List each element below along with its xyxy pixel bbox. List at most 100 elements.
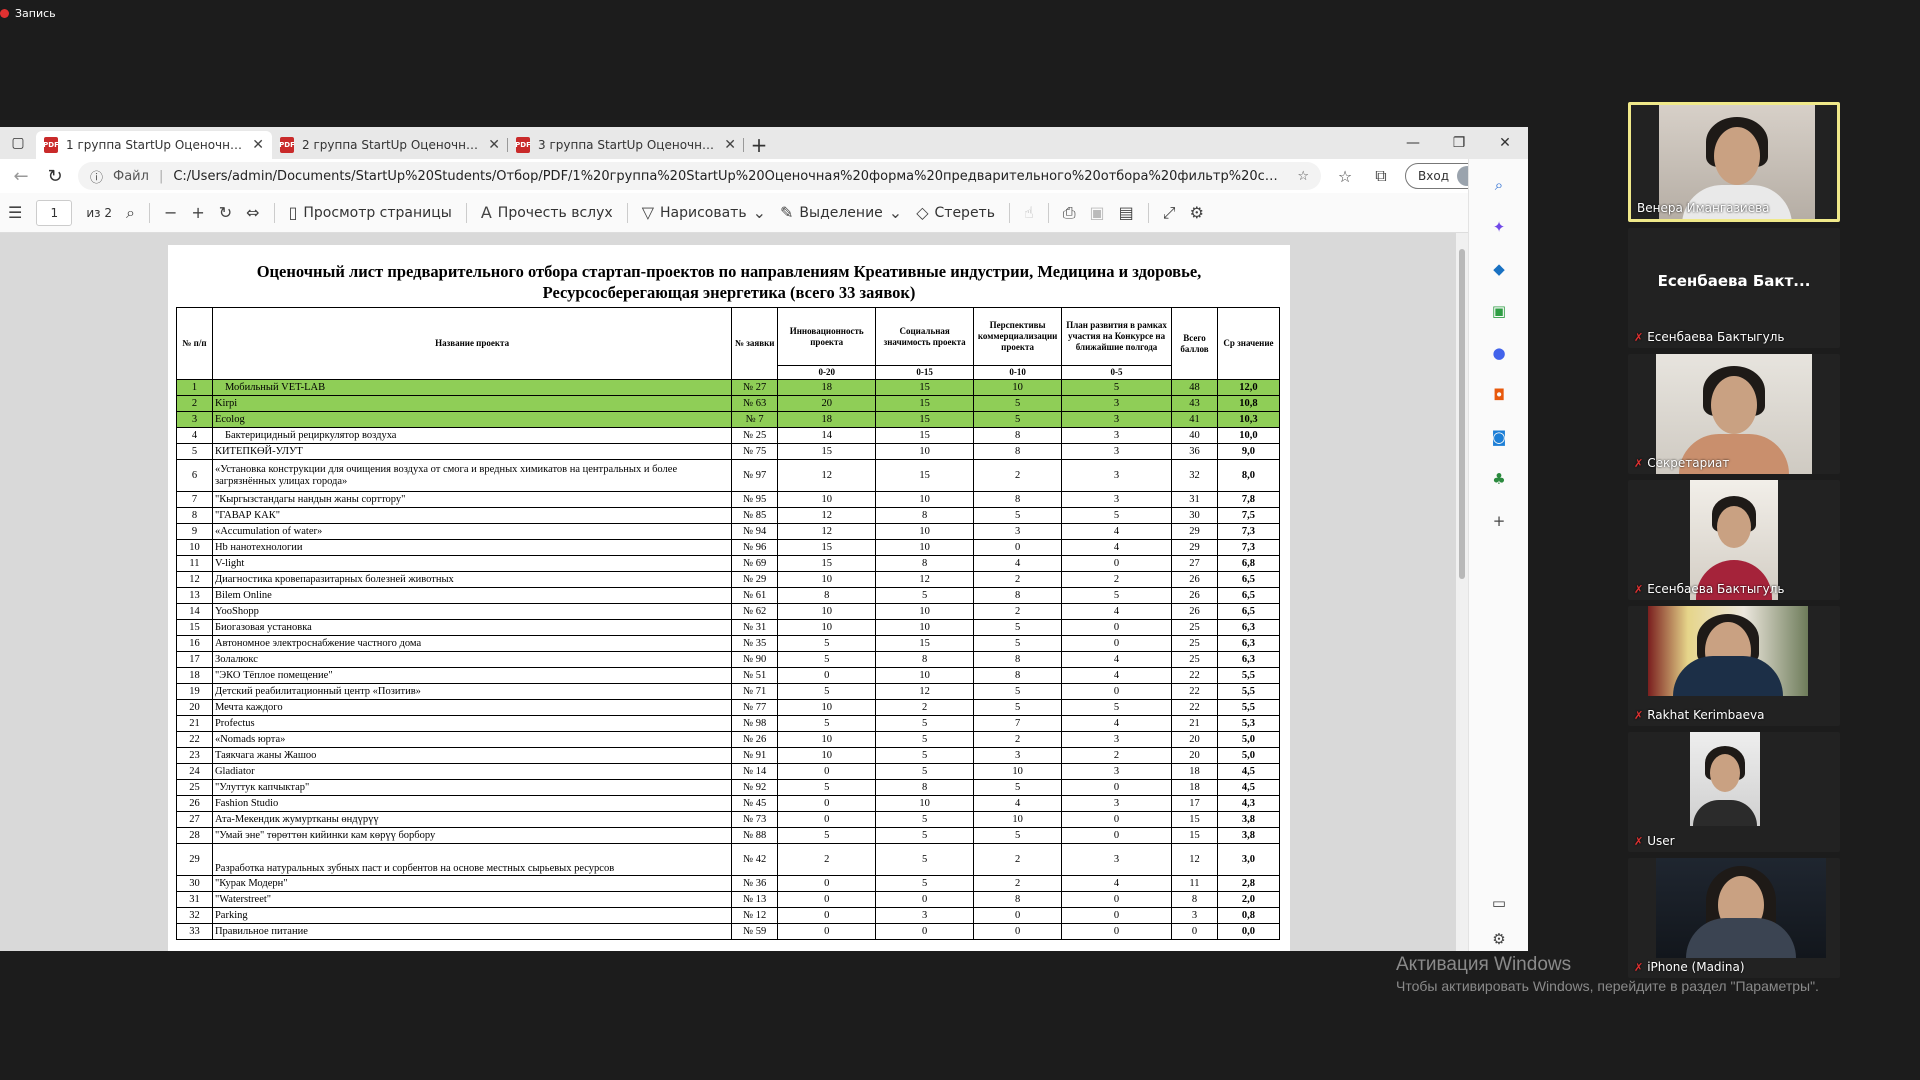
cell-n: 7: [177, 492, 213, 508]
participant-video: [1656, 858, 1826, 958]
info-icon[interactable]: ⓘ: [90, 167, 103, 186]
cell-t: 41: [1172, 412, 1218, 428]
close-window-icon[interactable]: ✕: [1482, 127, 1528, 159]
cell-c: 5: [974, 412, 1062, 428]
search-icon[interactable]: ⌕: [1487, 173, 1511, 197]
view-page-button[interactable]: ▯Просмотр страницы: [289, 203, 452, 222]
outlook-icon[interactable]: ◙: [1487, 425, 1511, 449]
draw-icon: ▽: [642, 203, 654, 222]
games-icon[interactable]: ●: [1487, 341, 1511, 365]
cell-app: № 7: [732, 412, 778, 428]
restore-icon[interactable]: ❐: [1436, 127, 1482, 159]
header-innov: Инновационность проекта: [778, 308, 876, 366]
cell-i: 5: [778, 828, 876, 844]
favorite-add-icon[interactable]: ☆: [1297, 169, 1309, 184]
cell-n: 4: [177, 428, 213, 444]
cell-a: 8,0: [1217, 460, 1279, 492]
url-text[interactable]: C:/Users/admin/Documents/StartUp%20Stude…: [173, 169, 1287, 184]
participant-name: ✗Секретариат: [1634, 456, 1729, 470]
toolbox-icon[interactable]: ▣: [1487, 299, 1511, 323]
cell-p: 0: [1062, 620, 1172, 636]
cell-name: "ГАВАР КАК": [212, 508, 731, 524]
scrollbar-thumb[interactable]: [1459, 249, 1465, 579]
video-body: [1693, 800, 1757, 826]
highlight-button[interactable]: ✎Выделение⌄: [780, 203, 902, 222]
address-separator: |: [159, 169, 163, 184]
tab-1[interactable]: PDF 1 группа StartUp Оценочная фо ✕: [36, 131, 272, 159]
video-face: [1711, 376, 1757, 434]
back-icon[interactable]: ←: [10, 166, 32, 187]
cell-i: 15: [778, 556, 876, 572]
sidebar-toggle-icon[interactable]: ▭: [1487, 891, 1511, 915]
cell-s: 10: [876, 540, 974, 556]
collections-icon[interactable]: ⧉: [1369, 166, 1393, 186]
close-tab-icon[interactable]: ✕: [724, 137, 736, 153]
touch-icon[interactable]: ☝: [1024, 203, 1034, 222]
cell-name: "Умай эне" төрөттөн кийинки кам көрүү бо…: [212, 828, 731, 844]
sidebar-settings-icon[interactable]: ⚙: [1487, 927, 1511, 951]
read-aloud-button[interactable]: AПрочесть вслух: [481, 203, 613, 222]
cell-app: № 98: [732, 716, 778, 732]
tab-3[interactable]: PDF 3 группа StartUp Оценочная фо ✕: [508, 131, 744, 159]
cell-p: 5: [1062, 700, 1172, 716]
refresh-icon[interactable]: ↻: [44, 166, 66, 187]
cell-t: 20: [1172, 732, 1218, 748]
tab-actions-icon[interactable]: ▢: [0, 127, 36, 159]
minimize-icon[interactable]: —: [1390, 127, 1436, 159]
new-tab-button[interactable]: +: [744, 131, 774, 159]
participant-tile[interactable]: ✗Rakhat Kerimbaeva: [1628, 606, 1840, 726]
cell-s: 10: [876, 796, 974, 812]
tree-icon[interactable]: ♣: [1487, 467, 1511, 491]
chevron-down-icon[interactable]: ⌄: [753, 203, 766, 222]
participant-tile[interactable]: Венера Имангазиева: [1628, 102, 1840, 222]
copilot-icon[interactable]: ✦: [1487, 215, 1511, 239]
cell-p: 4: [1062, 540, 1172, 556]
tab-title: 3 группа StartUp Оценочная фо: [538, 138, 716, 152]
scrollbar[interactable]: [1456, 233, 1468, 951]
table-row: 30"Курак Модерн"№ 360524112,8: [177, 876, 1280, 892]
tag-icon[interactable]: ◆: [1487, 257, 1511, 281]
divider: [274, 203, 275, 223]
cell-i: 10: [778, 572, 876, 588]
fit-page-icon[interactable]: ⇔: [246, 203, 259, 222]
participant-tile[interactable]: ✗Есенбаева Бактыгуль: [1628, 480, 1840, 600]
table-row: 19Детский реабилитационный центр «Позити…: [177, 684, 1280, 700]
zoom-in-icon[interactable]: +: [191, 203, 204, 222]
address-bar[interactable]: ⓘ Файл | C:/Users/admin/Documents/StartU…: [78, 162, 1321, 190]
watermark-text: Чтобы активировать Windows, перейдите в …: [1396, 978, 1819, 994]
cell-p: 3: [1062, 844, 1172, 876]
page-number-input[interactable]: 1: [36, 200, 72, 226]
mic-muted-icon: ✗: [1634, 835, 1643, 848]
erase-button[interactable]: ◇Стереть: [916, 203, 995, 222]
cell-t: 18: [1172, 764, 1218, 780]
rotate-icon[interactable]: ↻: [219, 203, 232, 222]
contents-icon[interactable]: ☰: [8, 203, 22, 222]
participant-tile[interactable]: ✗Секретариат: [1628, 354, 1840, 474]
pdf-viewer[interactable]: Оценочный лист предварительного отбора с…: [0, 233, 1468, 951]
participant-tile[interactable]: Есенбаева Бакт... ✗Есенбаева Бактыгуль: [1628, 228, 1840, 348]
favorites-icon[interactable]: ☆: [1333, 167, 1357, 186]
close-tab-icon[interactable]: ✕: [252, 137, 264, 153]
find-icon[interactable]: ⌕: [126, 203, 135, 223]
cell-s: 15: [876, 428, 974, 444]
cell-name: Таякчага жаны Жашоо: [212, 748, 731, 764]
add-icon[interactable]: +: [1487, 509, 1511, 533]
table-body: 1Мобильный VET-LAB№ 2718151054812,02Kirp…: [177, 380, 1280, 940]
participant-video: [1648, 606, 1808, 696]
save-as-icon[interactable]: ▤: [1119, 203, 1134, 222]
participant-tile[interactable]: ✗User: [1628, 732, 1840, 852]
cell-t: 31: [1172, 492, 1218, 508]
office-icon[interactable]: ◘: [1487, 383, 1511, 407]
zoom-out-icon[interactable]: −: [164, 203, 177, 222]
close-tab-icon[interactable]: ✕: [488, 137, 500, 153]
cell-i: 5: [778, 716, 876, 732]
draw-button[interactable]: ▽Нарисовать⌄: [642, 203, 766, 222]
settings-icon[interactable]: ⚙: [1190, 203, 1204, 222]
save-icon[interactable]: ▣: [1090, 203, 1105, 222]
print-icon[interactable]: ⎙: [1063, 203, 1076, 223]
browser-window: ▢ PDF 1 группа StartUp Оценочная фо ✕ PD…: [0, 127, 1528, 951]
chevron-down-icon[interactable]: ⌄: [889, 203, 902, 222]
tab-2[interactable]: PDF 2 группа StartUp Оценочная фо ✕: [272, 131, 508, 159]
cell-app: № 36: [732, 876, 778, 892]
fullscreen-icon[interactable]: ⤢: [1163, 203, 1176, 223]
